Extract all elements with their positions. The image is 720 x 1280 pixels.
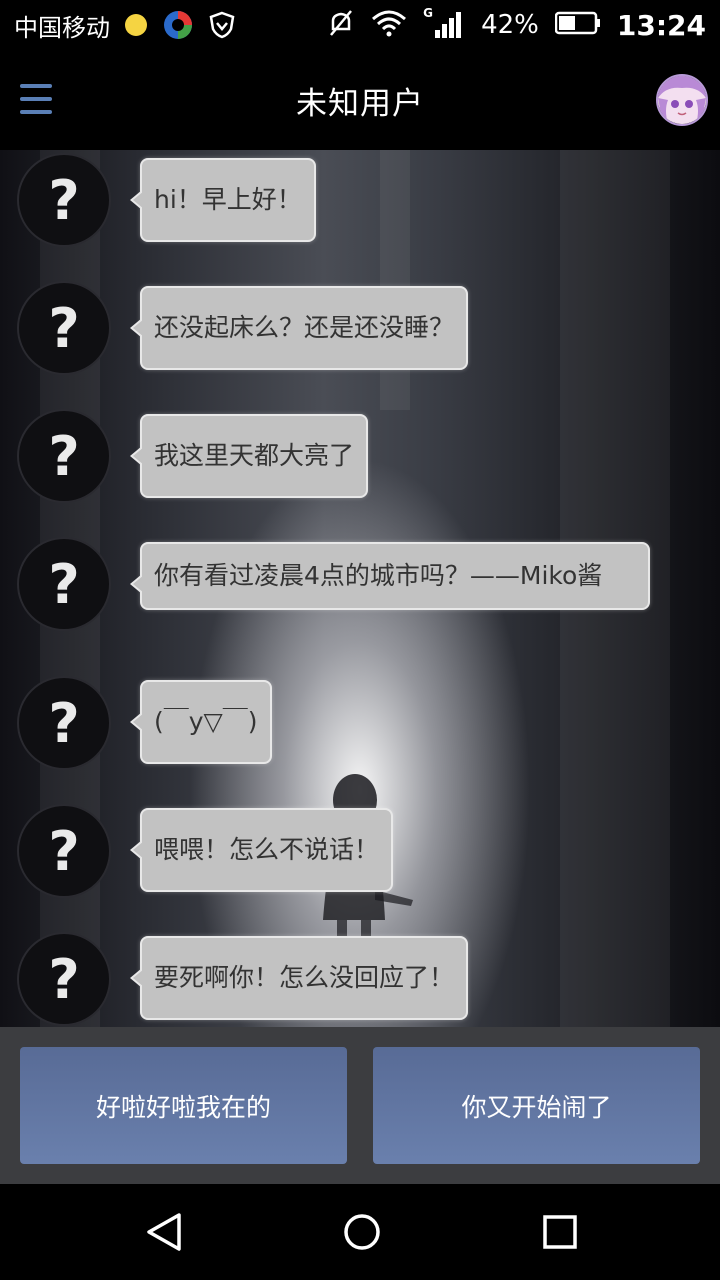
reply-panel: 好啦好啦我在的 你又开始闹了 (0, 1027, 720, 1184)
carrier-name: 中国移动 (14, 13, 110, 42)
mute-icon (327, 9, 355, 41)
message-bubble: hi！早上好！ (130, 158, 316, 242)
background-building (380, 150, 410, 410)
message-bubble: 还没起床么？还是还没睡？ (129, 286, 469, 370)
app-bar: 未知用户 (0, 50, 720, 150)
app-icon (162, 9, 194, 41)
user-avatar[interactable] (656, 74, 708, 126)
question-avatar-icon[interactable]: ? (17, 932, 111, 1026)
reply-option-1-button[interactable]: 好啦好啦我在的 (20, 1047, 347, 1164)
question-avatar-icon[interactable]: ? (17, 409, 111, 503)
home-icon[interactable] (342, 1212, 382, 1256)
message-bubble: (￣y▽￣) (130, 680, 272, 764)
question-avatar-icon[interactable]: ? (17, 676, 111, 770)
battery-icon (554, 11, 601, 39)
message-bubble: 喂喂！怎么不说话！ (129, 808, 394, 892)
page-title: 未知用户 (296, 85, 424, 122)
shield-icon (208, 11, 236, 39)
status-bar: 中国移动 G 42% 13:24 (0, 0, 720, 50)
message-bubble: 你有看过凌晨4点的城市吗？——Miko酱 (130, 542, 650, 610)
question-avatar-icon[interactable]: ? (17, 281, 111, 375)
chat-area[interactable]: ? hi！早上好！ ? 还没起床么？还是还没睡？ ? 我这里天都大亮了 ? 你有… (0, 150, 720, 1027)
reply-option-2-button[interactable]: 你又开始闹了 (373, 1047, 700, 1164)
battery-percent: 42% (481, 10, 539, 40)
question-avatar-icon[interactable]: ? (17, 153, 111, 247)
hamburger-menu-icon[interactable] (20, 84, 52, 114)
recents-icon[interactable] (542, 1212, 578, 1256)
question-avatar-icon[interactable]: ? (17, 537, 111, 631)
question-avatar-icon[interactable]: ? (17, 804, 111, 898)
back-icon[interactable] (145, 1212, 183, 1256)
message-bubble: 我这里天都大亮了 (129, 414, 369, 498)
clock: 13:24 (616, 8, 706, 42)
navigation-bar (0, 1184, 720, 1280)
notification-dot-icon (124, 13, 148, 37)
signal-icon: G (423, 6, 465, 40)
wifi-icon (371, 9, 407, 41)
message-bubble: 要死啊你！怎么没回应了！ (129, 936, 469, 1020)
